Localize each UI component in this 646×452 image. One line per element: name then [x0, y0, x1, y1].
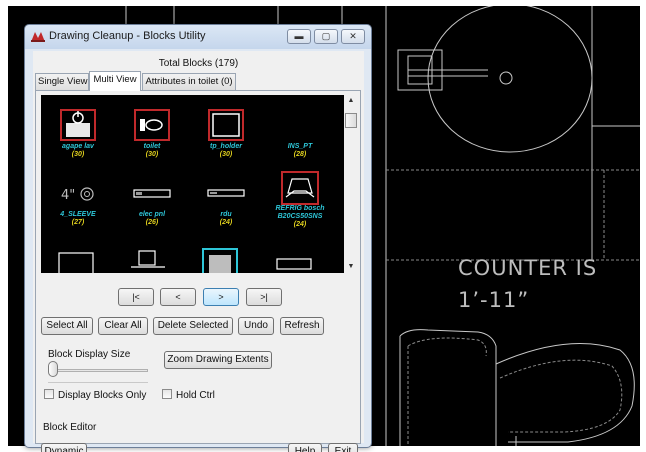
minimize-icon: ▬ — [294, 31, 304, 41]
block-tile[interactable]: elec pnl (26) — [115, 177, 189, 227]
title-bar[interactable]: Drawing Cleanup - Blocks Utility ▬ ▢ ✕ — [25, 25, 371, 49]
next-page-button[interactable]: > — [203, 288, 239, 306]
tab-attributes[interactable]: Attributes in toilet (0) — [142, 73, 236, 90]
total-blocks-label: Total Blocks (179) — [158, 58, 239, 69]
block-tile[interactable]: agape lav (30) — [41, 109, 115, 159]
block-tile[interactable]: REFRIG bosch B20CS50SNS (24) — [263, 171, 337, 229]
scroll-down-icon[interactable]: ▼ — [344, 261, 358, 273]
block-tile[interactable]: rdu (24) — [189, 177, 263, 227]
block-name: agape lav — [62, 143, 94, 150]
block-name: INS_PT — [287, 143, 313, 150]
checkbox-box[interactable] — [162, 389, 172, 399]
window-title: Drawing Cleanup - Blocks Utility — [49, 30, 206, 42]
dynamic-button[interactable]: Dynamic — [41, 443, 87, 452]
first-page-button[interactable]: |< — [118, 288, 154, 306]
block-count: (26) — [145, 219, 159, 226]
lavatory-block-icon — [58, 109, 98, 141]
multi-view-panel: agape lav (30) toilet (30) tp_holder (30… — [35, 90, 361, 444]
block-tile[interactable]: toilet (30) — [115, 109, 189, 159]
block-editor-label: Block Editor — [43, 422, 97, 433]
delete-selected-button[interactable]: Delete Selected — [153, 317, 233, 335]
display-blocks-only-checkbox[interactable]: Display Blocks Only — [44, 389, 146, 401]
block-count: (30) — [145, 151, 159, 158]
block-count: (28) — [293, 151, 307, 158]
minimize-button[interactable]: ▬ — [287, 29, 311, 44]
undo-button[interactable]: Undo — [238, 317, 274, 335]
refresh-button[interactable]: Refresh — [280, 317, 324, 335]
block-tile[interactable]: INS_PT (28) — [263, 109, 337, 159]
block-tile[interactable]: tp_holder (30) — [189, 109, 263, 159]
select-all-button[interactable]: Select All — [41, 317, 93, 335]
svg-text:4": 4" — [61, 188, 75, 203]
blocks-utility-dialog: Drawing Cleanup - Blocks Utility ▬ ▢ ✕ T… — [24, 24, 372, 452]
maximize-icon: ▢ — [321, 31, 331, 41]
checkbox-box[interactable] — [44, 389, 54, 399]
help-button[interactable]: Help — [288, 443, 322, 452]
block-count: (24) — [293, 221, 307, 228]
block-name: REFRIG bosch B20CS50SNS — [275, 205, 325, 220]
block-count: (24) — [219, 219, 233, 226]
insertion-point-block-icon — [280, 109, 320, 141]
maximize-button[interactable]: ▢ — [314, 29, 338, 44]
preview-scrollbar[interactable]: ▲ ▼ — [344, 95, 358, 273]
checkbox-label: Hold Ctrl — [176, 390, 215, 401]
block-tile[interactable]: 4" 4_SLEEVE (27) — [41, 177, 115, 227]
block-name: elec pnl — [138, 211, 166, 218]
tp-holder-block-icon — [206, 109, 246, 141]
toilet-block-icon — [132, 109, 172, 141]
block-count: (27) — [71, 219, 85, 226]
cad-text-counter: COUNTER IS — [458, 256, 598, 280]
zoom-drawing-extents-button[interactable]: Zoom Drawing Extents — [164, 351, 272, 369]
cad-text-dimension: 1’-11” — [458, 288, 530, 312]
electrical-panel-block-icon — [132, 177, 172, 209]
tab-single-view[interactable]: Single View — [35, 73, 89, 90]
block-name: toilet — [143, 143, 161, 150]
scroll-thumb[interactable] — [345, 113, 357, 128]
close-icon: ✕ — [349, 31, 357, 41]
display-size-slider[interactable] — [48, 361, 58, 377]
block-display-size-label: Block Display Size — [48, 349, 131, 360]
refrigerator-block-icon — [280, 171, 320, 205]
display-size-ticks — [48, 382, 148, 383]
block-count: (30) — [219, 151, 233, 158]
block-name: rdu — [220, 211, 232, 218]
scroll-up-icon[interactable]: ▲ — [344, 95, 358, 107]
app-icon — [31, 32, 45, 42]
block-preview-grid: agape lav (30) toilet (30) tp_holder (30… — [41, 95, 344, 273]
close-button[interactable]: ✕ — [341, 29, 365, 44]
clear-all-button[interactable]: Clear All — [98, 317, 148, 335]
last-page-button[interactable]: >| — [246, 288, 282, 306]
previous-page-button[interactable]: < — [160, 288, 196, 306]
hold-ctrl-checkbox[interactable]: Hold Ctrl — [162, 389, 215, 401]
next-row-partial — [58, 248, 312, 273]
block-name: 4_SLEEVE — [60, 211, 96, 218]
display-size-track[interactable] — [48, 369, 148, 372]
dialog-client-area: Total Blocks (179) Single View Multi Vie… — [33, 51, 364, 452]
tab-multi-view[interactable]: Multi View — [89, 71, 141, 91]
sleeve-block-icon: 4" — [58, 177, 98, 209]
block-name: tp_holder — [210, 143, 242, 150]
checkbox-label: Display Blocks Only — [58, 390, 147, 401]
block-count: (30) — [71, 151, 85, 158]
rdu-block-icon — [206, 177, 246, 209]
exit-button[interactable]: Exit — [328, 443, 358, 452]
